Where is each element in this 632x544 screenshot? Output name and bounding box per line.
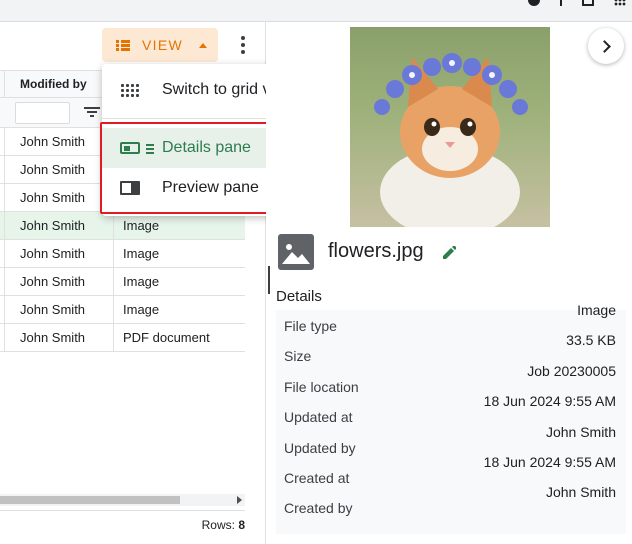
detail-value: 18 Jun 2024 9:55 AM — [483, 393, 616, 409]
detail-key: Updated at — [284, 409, 353, 425]
details-fields: File type Image Size 33.5 KB File location Jo… — [276, 302, 626, 534]
column-header-modified-by[interactable]: Modified by — [4, 71, 114, 97]
scroll-right-arrow-icon[interactable] — [237, 496, 242, 504]
cell-type: Image — [123, 218, 160, 233]
detail-value: John Smith — [545, 484, 616, 500]
detail-value: Image — [577, 302, 616, 318]
details-pane: flowers.jpg Details File type Image Size 33… — [266, 22, 632, 544]
cell-modified-by: John Smith — [4, 184, 114, 211]
detail-key: Created by — [284, 500, 353, 516]
rows-label: Rows: — [201, 518, 235, 532]
chevron-right-icon — [598, 39, 611, 53]
cell-type: Image — [123, 274, 160, 289]
more-options-icon[interactable] — [240, 36, 246, 54]
table-row[interactable]: John Smith PDF document — [0, 324, 245, 352]
window-top-bar — [0, 0, 632, 22]
next-file-button[interactable] — [588, 28, 624, 64]
table-row[interactable]: John Smith Image — [0, 240, 245, 268]
apps-grid-icon[interactable] — [614, 0, 626, 6]
edit-pencil-icon[interactable] — [442, 246, 456, 260]
kitten-photo-illustration — [374, 53, 528, 227]
grid-icon — [120, 83, 140, 97]
toolbar: VIEW — [0, 22, 266, 68]
rows-count: 8 — [238, 518, 245, 532]
detail-key: Updated by — [284, 440, 356, 456]
image-preview — [350, 27, 550, 227]
cell-modified-by: John Smith — [4, 268, 114, 295]
cell-modified-by: John Smith — [4, 296, 114, 323]
table-row[interactable]: John Smith Image — [0, 212, 245, 240]
pane-edge-rule — [268, 266, 270, 294]
menu-item-label: Preview pane — [162, 179, 259, 196]
detail-key: Created at — [284, 470, 350, 486]
detail-key: File type — [284, 318, 337, 334]
horizontal-scrollbar[interactable] — [0, 494, 245, 506]
cell-type: PDF document — [123, 330, 210, 345]
view-button-label: VIEW — [142, 37, 183, 53]
table-row[interactable]: John Smith Image — [0, 296, 245, 324]
cell-type: Image — [123, 302, 160, 317]
filter-icon[interactable] — [84, 107, 100, 118]
detail-value: Job 20230005 — [527, 363, 616, 379]
cell-modified-by: John Smith — [4, 324, 114, 351]
preview-pane-icon — [120, 181, 140, 195]
caret-up-icon — [198, 42, 207, 48]
file-header: flowers.jpg — [276, 232, 626, 272]
detail-value: 33.5 KB — [566, 332, 616, 348]
view-button[interactable]: VIEW — [102, 28, 218, 62]
table-footer: Rows: 8 — [0, 510, 245, 538]
divider-icon — [560, 0, 562, 6]
detail-value: 18 Jun 2024 9:55 AM — [483, 454, 616, 470]
cell-modified-by: John Smith — [4, 128, 114, 155]
detail-key: Size — [284, 348, 312, 364]
cell-modified-by: John Smith — [4, 240, 114, 267]
cell-modified-by: John Smith — [4, 212, 114, 239]
file-name: flowers.jpg — [328, 240, 424, 262]
list-view-icon — [116, 39, 130, 51]
scrollbar-thumb[interactable] — [0, 496, 180, 504]
table-row[interactable]: John Smith Image — [0, 268, 245, 296]
menu-item-label: Details pane — [162, 139, 251, 156]
modified-by-filter-input[interactable] — [15, 101, 70, 124]
detail-row: Created by John Smith — [276, 484, 626, 522]
info-icon[interactable] — [528, 0, 540, 6]
cell-type: Image — [123, 246, 160, 261]
details-pane-icon — [120, 142, 154, 154]
detail-key: File location — [284, 379, 359, 395]
detail-value: John Smith — [545, 424, 616, 440]
cell-modified-by: John Smith — [4, 156, 114, 183]
details-section-title: Details — [276, 288, 322, 305]
fullscreen-icon[interactable] — [582, 0, 594, 6]
image-file-icon — [278, 234, 314, 270]
